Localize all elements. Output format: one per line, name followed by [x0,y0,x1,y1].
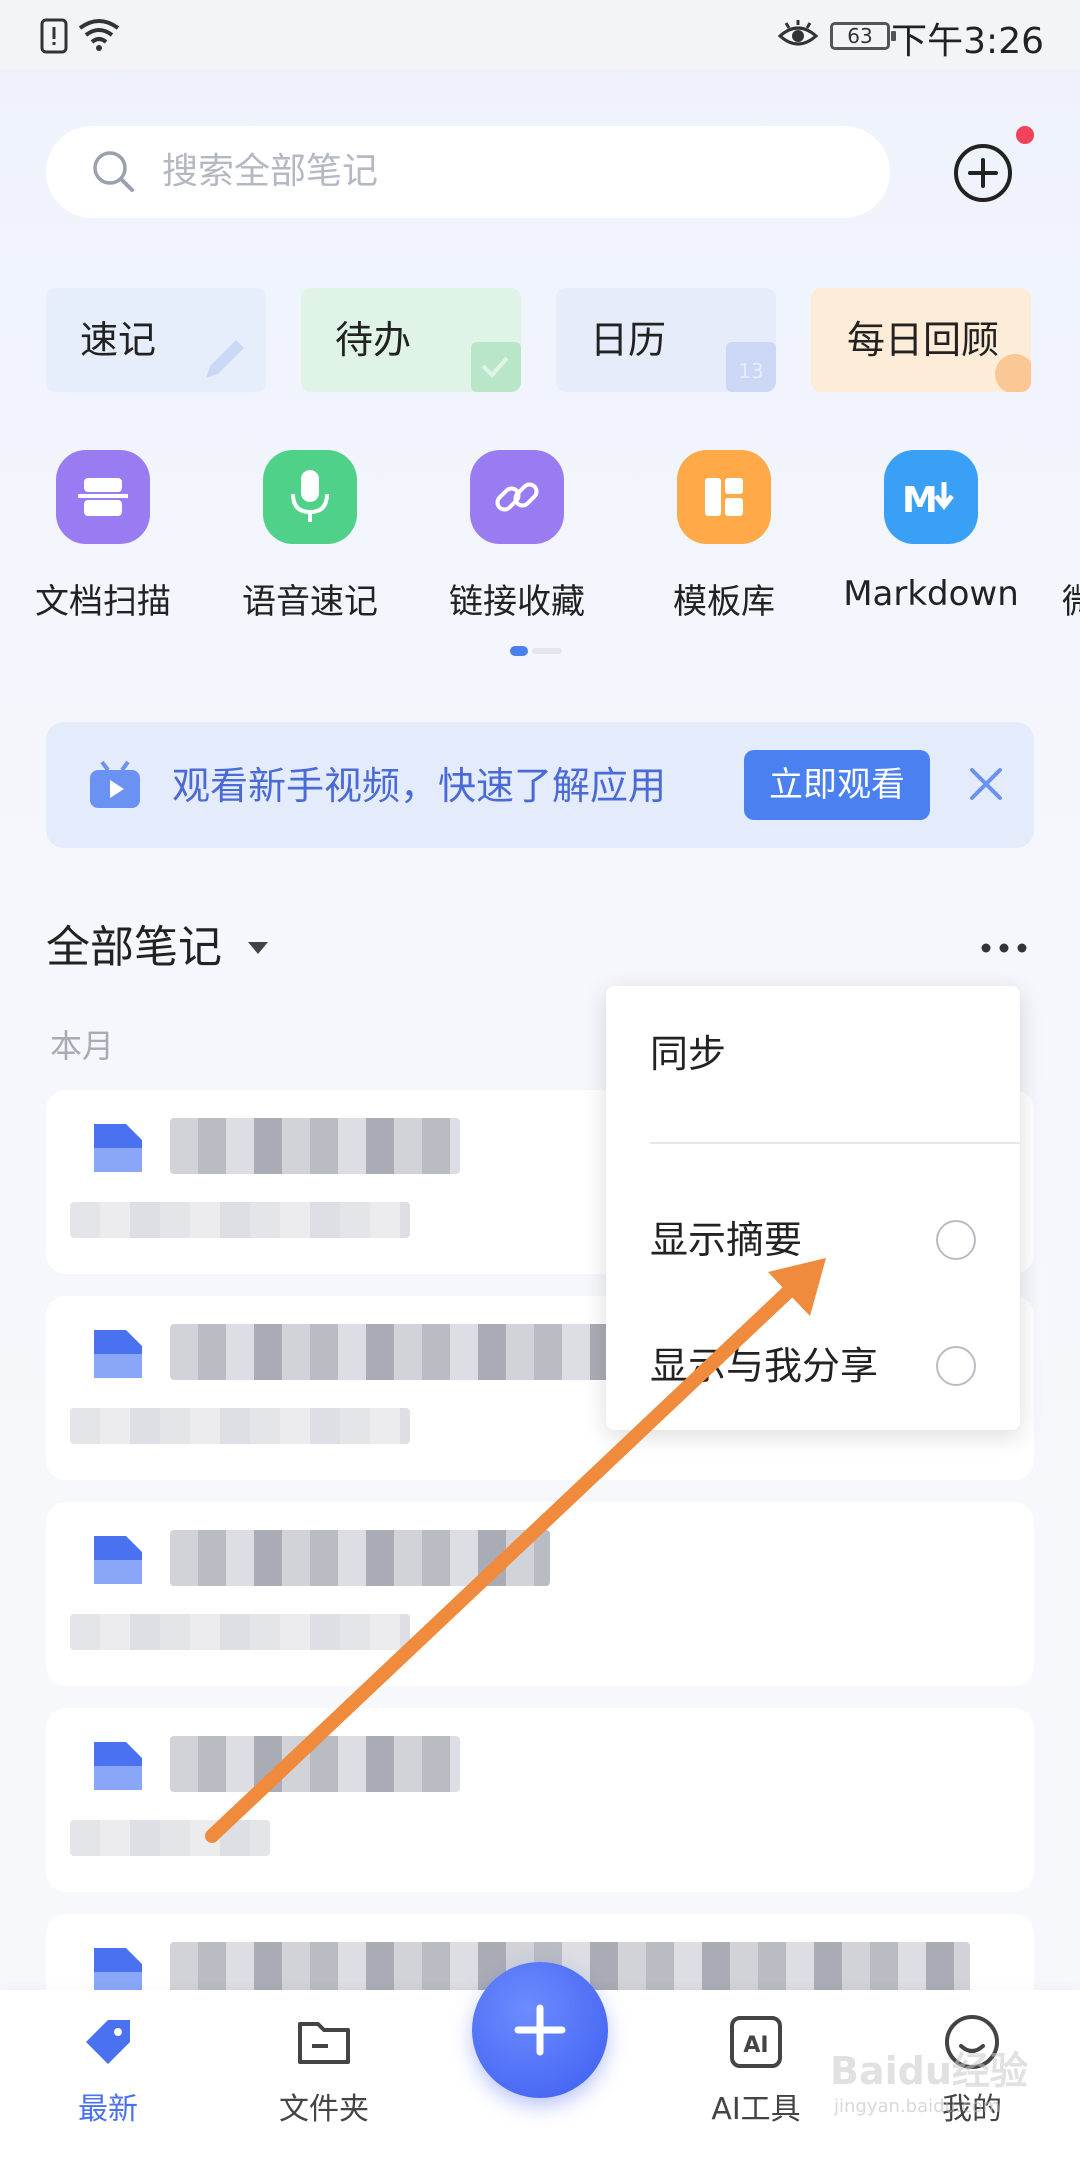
pencil-icon [206,340,244,378]
feature-partial[interactable]: 微 [1062,574,1080,624]
menu-item-show-summary[interactable]: 显示摘要 [650,1214,802,1266]
feature-template-library[interactable]: 模板库 [639,450,809,622]
all-notes-dropdown[interactable]: 全部笔记 [46,918,222,978]
tag-icon [86,2020,130,2064]
feature-voice-memo[interactable]: 语音速记 [225,450,395,622]
feature-label: 文档扫描 [35,582,171,622]
video-icon [90,760,140,808]
watermark-url: jingyan.baidu.com [834,2096,1001,2117]
nav-folders[interactable]: 文件夹 [244,2012,404,2142]
watch-now-button[interactable]: 立即观看 [744,750,930,820]
watermark-brand: Baidu经验 [830,2049,1028,2093]
show-summary-radio[interactable] [936,1220,976,1260]
feature-label: 语音速记 [242,582,378,622]
battery-indicator: 63 [830,22,896,50]
nav-latest[interactable]: 最新 [28,2012,188,2142]
quick-card-todo[interactable]: 待办 [301,288,521,392]
status-time: 下午3:26 [891,21,1044,62]
note-doc-icon [94,1330,142,1378]
note-doc-icon [94,1742,142,1790]
tutorial-banner: 观看新手视频，快速了解应用 立即观看 [46,722,1034,848]
mic-icon [263,450,357,544]
svg-text:M: M [902,480,938,520]
scan-icon [56,450,150,544]
status-bar: 63 下午3:26 [0,0,1080,70]
page-indicator [510,646,562,656]
note-title-redacted [170,1324,610,1380]
note-summary-redacted [70,1614,410,1650]
banner-text: 观看新手视频，快速了解应用 [172,764,667,808]
add-circle-icon[interactable] [950,140,1016,206]
calendar-icon: 13 [726,342,776,392]
note-summary-redacted [70,1820,270,1856]
note-title-redacted [170,1530,550,1586]
note-title-redacted [170,1118,460,1174]
note-title-redacted [170,1736,460,1792]
month-group-label: 本月 [50,1027,115,1065]
eye-comfort-icon [778,20,818,46]
notification-dot [1016,126,1034,144]
quick-card-label: 速记 [80,318,157,362]
folder-icon [298,2022,350,2064]
feature-label: Markdown [843,574,1019,614]
template-icon [677,450,771,544]
new-note-fab[interactable] [472,1962,608,2098]
quick-card-label: 每日回顾 [847,318,1000,362]
quick-card-calendar[interactable]: 日历 13 [556,288,776,392]
close-icon[interactable] [964,762,1008,806]
note-doc-icon [94,1536,142,1584]
feature-label: 模板库 [673,582,775,622]
quick-card-label: 日历 [590,318,667,362]
caret-down-icon[interactable] [246,940,270,956]
nav-label: 最新 [78,2092,138,2127]
more-icon[interactable] [978,932,1030,964]
menu-item-sync[interactable]: 同步 [650,1028,726,1080]
search-input[interactable]: 搜索全部笔记 [46,126,890,218]
search-icon [93,151,134,192]
quick-card-review[interactable]: 每日回顾 [811,288,1031,392]
feature-label: 链接收藏 [449,582,585,622]
note-summary-redacted [70,1408,410,1444]
nav-ai-tools[interactable]: AI AI工具 [676,2012,836,2142]
feature-doc-scan[interactable]: 文档扫描 [18,450,188,622]
feature-markdown[interactable]: M Markdown [843,450,1019,620]
search-placeholder: 搜索全部笔记 [162,151,379,192]
markdown-icon: M [884,450,978,544]
review-icon [995,354,1031,392]
quick-card-label: 待办 [335,318,412,362]
wifi-icon [78,19,120,51]
feature-label: 微 [1062,582,1080,622]
checklist-icon [471,342,521,392]
link-icon [470,450,564,544]
menu-divider [650,1142,1020,1144]
nav-label: AI工具 [711,2092,801,2127]
note-card[interactable] [46,1708,1034,1892]
nav-label: 文件夹 [279,2092,369,2127]
svg-text:13: 13 [738,359,763,383]
menu-item-show-shared[interactable]: 显示与我分享 [650,1340,878,1392]
notes-options-menu: 同步 显示摘要 显示与我分享 [606,986,1020,1430]
ai-icon: AI [730,2016,782,2068]
show-shared-radio[interactable] [936,1346,976,1386]
plus-icon [514,2004,566,2056]
note-card[interactable] [46,1502,1034,1686]
note-summary-redacted [70,1202,410,1238]
note-doc-icon [94,1124,142,1172]
sim-alert-icon [40,18,68,54]
quick-card-memo[interactable]: 速记 [46,288,266,392]
feature-link-collect[interactable]: 链接收藏 [432,450,602,622]
svg-text:AI: AI [743,2033,768,2058]
